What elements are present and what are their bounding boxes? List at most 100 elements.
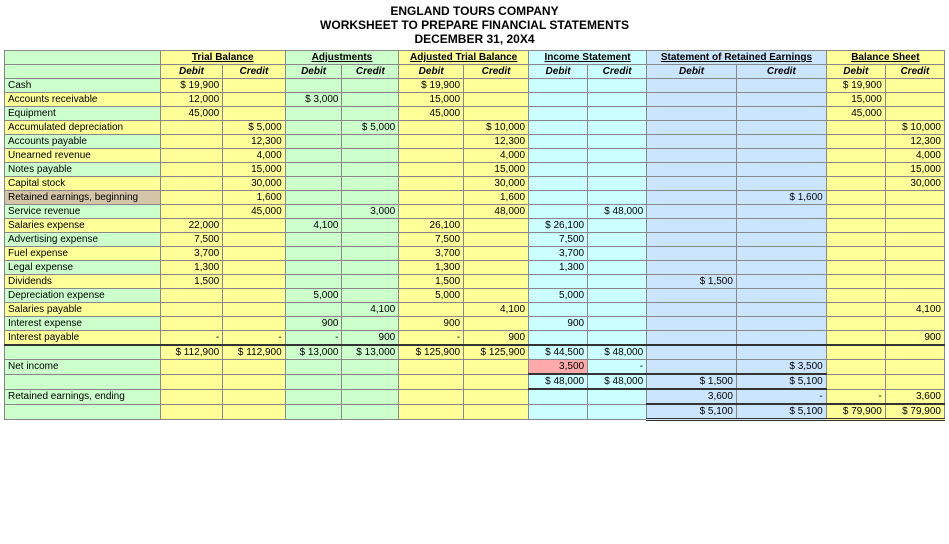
table-cell: [529, 107, 588, 121]
table-cell: [826, 289, 885, 303]
table-cell: [647, 303, 737, 317]
re-ending-cell: [529, 389, 588, 404]
table-cell: [588, 219, 647, 233]
adjusted-tb-header: Adjusted Trial Balance: [399, 51, 529, 65]
subtotal-cell: $ 48,000: [529, 374, 588, 389]
table-cell: [736, 79, 826, 93]
table-row: Accounts payable12,30012,30012,300: [5, 135, 945, 149]
net-income-cell: $ 3,500: [736, 360, 826, 375]
net-income-cell: -: [588, 360, 647, 375]
table-cell: [160, 317, 222, 331]
empty-dc: [5, 65, 161, 79]
table-cell: [342, 233, 399, 247]
table-cell: [588, 331, 647, 346]
table-cell: [223, 247, 285, 261]
table-cell: [588, 107, 647, 121]
table-cell: [736, 135, 826, 149]
table-cell: [160, 205, 222, 219]
table-cell: [464, 107, 529, 121]
table-cell: [160, 303, 222, 317]
table-cell: Service revenue: [5, 205, 161, 219]
final-totals-row: $ 5,100$ 5,100$ 79,900$ 79,900: [5, 404, 945, 420]
table-cell: [399, 163, 464, 177]
table-cell: [223, 275, 285, 289]
main-table: Trial Balance Adjustments Adjusted Trial…: [4, 50, 945, 421]
subtotal-cell: [342, 374, 399, 389]
table-cell: [464, 275, 529, 289]
table-cell: [736, 93, 826, 107]
table-cell: $ 5,000: [223, 121, 285, 135]
table-cell: [647, 121, 737, 135]
subtotal-cell: [885, 374, 944, 389]
table-cell: [399, 135, 464, 149]
table-cell: Depreciation expense: [5, 289, 161, 303]
table-row: Accumulated depreciation$ 5,000$ 5,000$ …: [5, 121, 945, 135]
table-cell: [342, 289, 399, 303]
table-cell: [826, 121, 885, 135]
table-cell: [223, 79, 285, 93]
re-ending-cell: [588, 389, 647, 404]
table-cell: 4,000: [223, 149, 285, 163]
table-cell: [736, 317, 826, 331]
table-cell: 12,300: [885, 135, 944, 149]
final-totals-cell: [588, 404, 647, 420]
table-cell: [529, 93, 588, 107]
table-cell: $ 1,600: [736, 191, 826, 205]
bs-debit: Debit: [826, 65, 885, 79]
table-cell: Equipment: [5, 107, 161, 121]
table-cell: [736, 233, 826, 247]
table-row: Service revenue45,0003,00048,000$ 48,000: [5, 205, 945, 219]
totals-cell: $ 125,900: [464, 345, 529, 360]
table-cell: [160, 177, 222, 191]
table-row: Legal expense1,3001,3001,300: [5, 261, 945, 275]
empty-header: [5, 51, 161, 65]
table-cell: [885, 261, 944, 275]
table-cell: [885, 275, 944, 289]
totals-cell: $ 13,000: [342, 345, 399, 360]
table-cell: 15,000: [826, 93, 885, 107]
table-cell: -: [160, 331, 222, 346]
table-cell: $ 10,000: [464, 121, 529, 135]
table-cell: 45,000: [223, 205, 285, 219]
table-cell: [464, 261, 529, 275]
table-cell: [464, 289, 529, 303]
table-cell: [399, 191, 464, 205]
table-cell: [588, 149, 647, 163]
re-ending-cell: -: [826, 389, 885, 404]
table-cell: Notes payable: [5, 163, 161, 177]
totals-cell: [885, 345, 944, 360]
table-cell: [647, 233, 737, 247]
table-row: Retained earnings, beginning1,6001,600$ …: [5, 191, 945, 205]
table-row: Capital stock30,00030,00030,000: [5, 177, 945, 191]
table-cell: [588, 135, 647, 149]
table-cell: 900: [529, 317, 588, 331]
table-cell: $ 19,900: [826, 79, 885, 93]
table-cell: [529, 149, 588, 163]
table-row: Salaries expense22,0004,10026,100$ 26,10…: [5, 219, 945, 233]
table-cell: [285, 191, 342, 205]
final-totals-cell: [342, 404, 399, 420]
table-cell: [647, 135, 737, 149]
table-cell: [647, 149, 737, 163]
final-totals-cell: [464, 404, 529, 420]
final-totals-cell: $ 5,100: [736, 404, 826, 420]
table-cell: 1,600: [223, 191, 285, 205]
table-row: Accounts receivable12,000$ 3,00015,00015…: [5, 93, 945, 107]
table-cell: [285, 233, 342, 247]
table-cell: [342, 317, 399, 331]
table-cell: 900: [464, 331, 529, 346]
table-row: Cash$ 19,900$ 19,900$ 19,900: [5, 79, 945, 93]
tb-credit: Credit: [223, 65, 285, 79]
final-totals-cell: [285, 404, 342, 420]
table-cell: 30,000: [464, 177, 529, 191]
final-totals-cell: [160, 404, 222, 420]
table-cell: Interest expense: [5, 317, 161, 331]
table-row: Equipment45,00045,00045,000: [5, 107, 945, 121]
table-cell: [647, 261, 737, 275]
table-cell: [588, 247, 647, 261]
table-cell: 3,700: [160, 247, 222, 261]
totals-cell: $ 13,000: [285, 345, 342, 360]
table-cell: [826, 219, 885, 233]
table-cell: [285, 135, 342, 149]
table-cell: [464, 79, 529, 93]
